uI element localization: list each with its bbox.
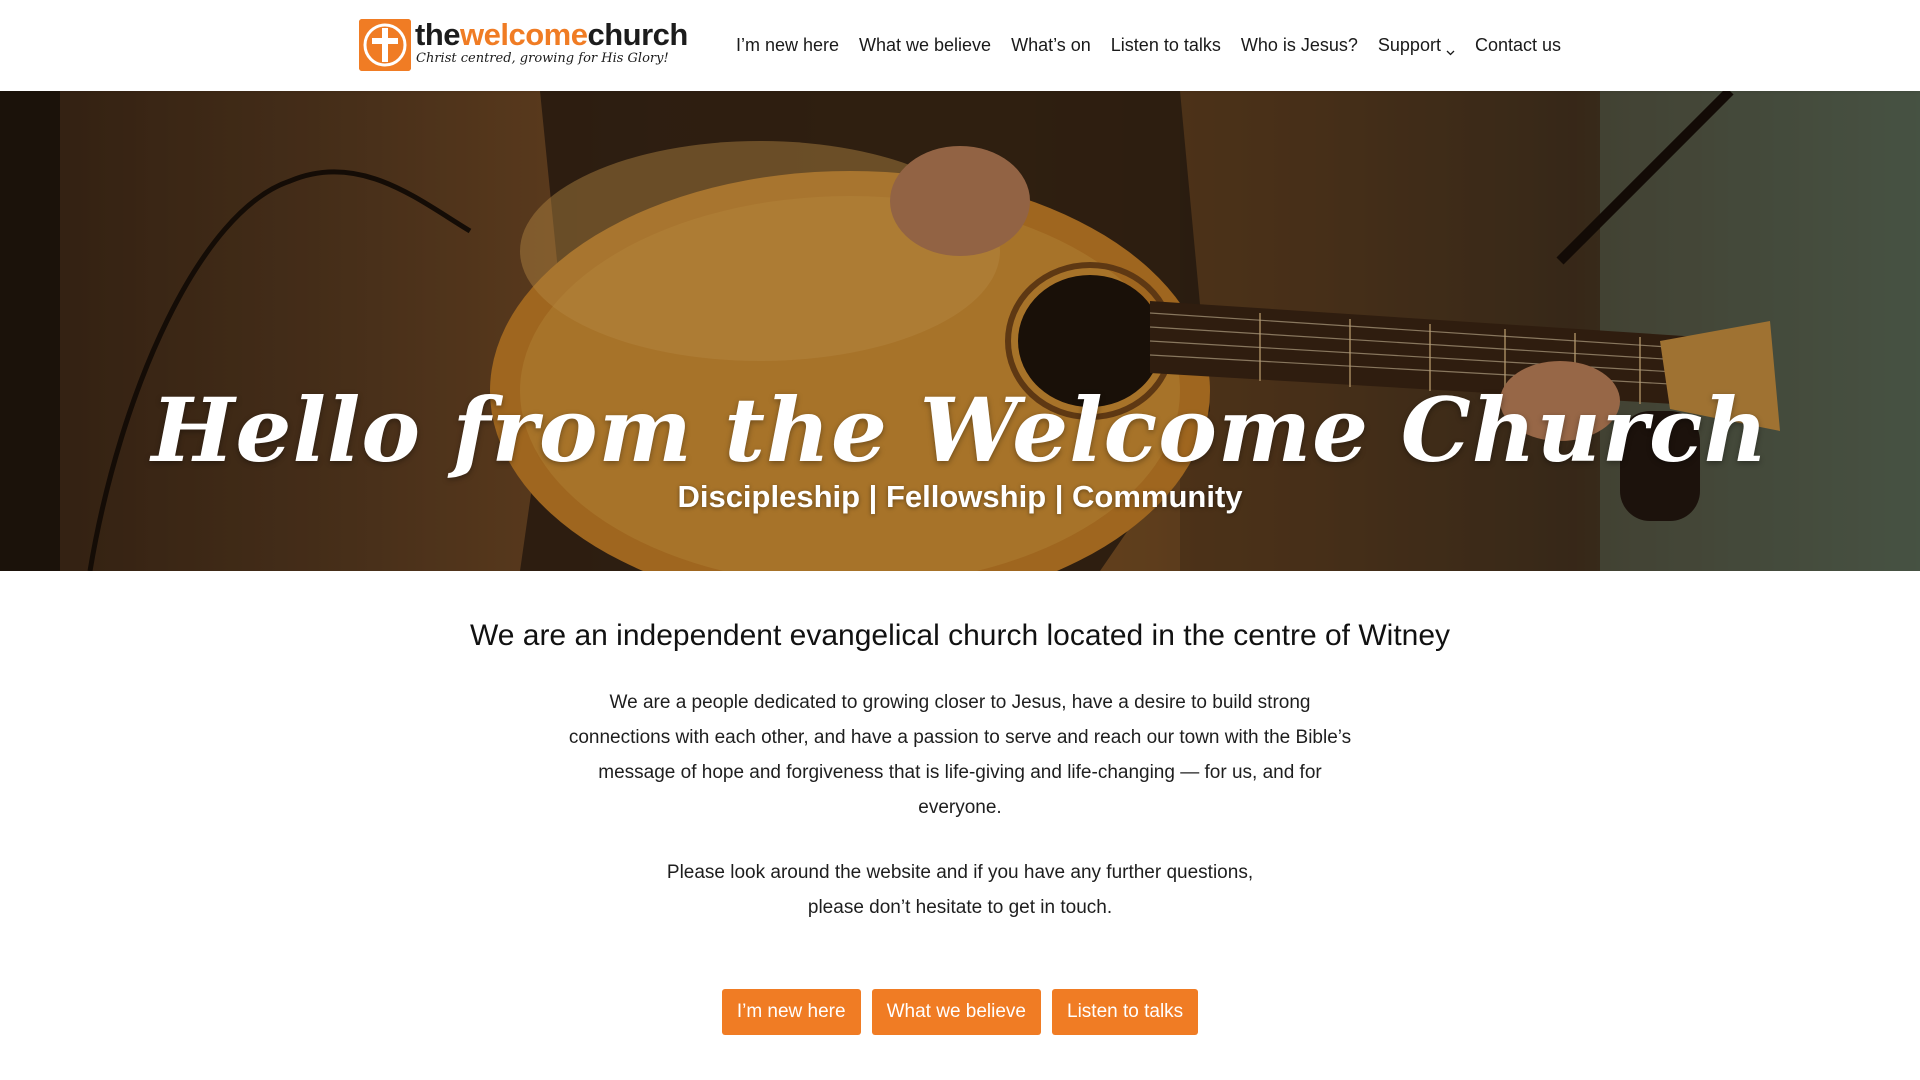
nav-item-whats-on[interactable]: What’s on <box>1001 35 1101 56</box>
logo-tagline: Christ centred, growing for His Glory! <box>416 51 669 66</box>
cross-logo-icon <box>359 19 411 71</box>
cta-listen-to-talks-button[interactable]: Listen to talks <box>1052 989 1199 1035</box>
hero-subtitle: Discipleship | Fellowship | Community <box>677 479 1243 514</box>
main-navigation: I’m new here What we believe What’s on L… <box>726 0 1561 91</box>
intro-paragraph: We are a people dedicated to growing clo… <box>568 692 1352 818</box>
follow-up-line-1: Please look around the website and if yo… <box>666 862 1254 883</box>
nav-item-im-new-here[interactable]: I’m new here <box>726 35 849 56</box>
hero-banner: Hello from the Welcome Church Disciplesh… <box>0 91 1920 571</box>
hero-title: Hello from the Welcome Church <box>151 377 1769 482</box>
nav-item-what-we-believe[interactable]: What we believe <box>849 35 1001 56</box>
nav-item-support-label: Support <box>1377 35 1441 55</box>
intro-follow-up: Please look around the website and if yo… <box>600 855 1320 925</box>
nav-item-listen-to-talks[interactable]: Listen to talks <box>1101 35 1231 56</box>
follow-up-line-2: please don’t hesitate to get in touch. <box>807 897 1113 918</box>
nav-item-who-is-jesus[interactable]: Who is Jesus? <box>1231 35 1368 56</box>
cta-what-we-believe-button[interactable]: What we believe <box>871 989 1041 1035</box>
site-header: thewelcomechurch Christ centred, growing… <box>0 0 1920 91</box>
chevron-down-icon <box>1446 41 1455 56</box>
nav-item-support[interactable]: Support <box>1368 35 1465 56</box>
site-logo[interactable]: thewelcomechurch Christ centred, growing… <box>359 18 688 74</box>
nav-item-contact-us[interactable]: Contact us <box>1465 35 1561 56</box>
cta-im-new-here-button[interactable]: I’m new here <box>721 989 861 1035</box>
logo-wordmark: thewelcomechurch <box>415 17 688 52</box>
intro-heading: We are an independent evangelical church… <box>469 619 1451 652</box>
cta-button-row: I’m new here What we believe Listen to t… <box>0 989 1920 1035</box>
